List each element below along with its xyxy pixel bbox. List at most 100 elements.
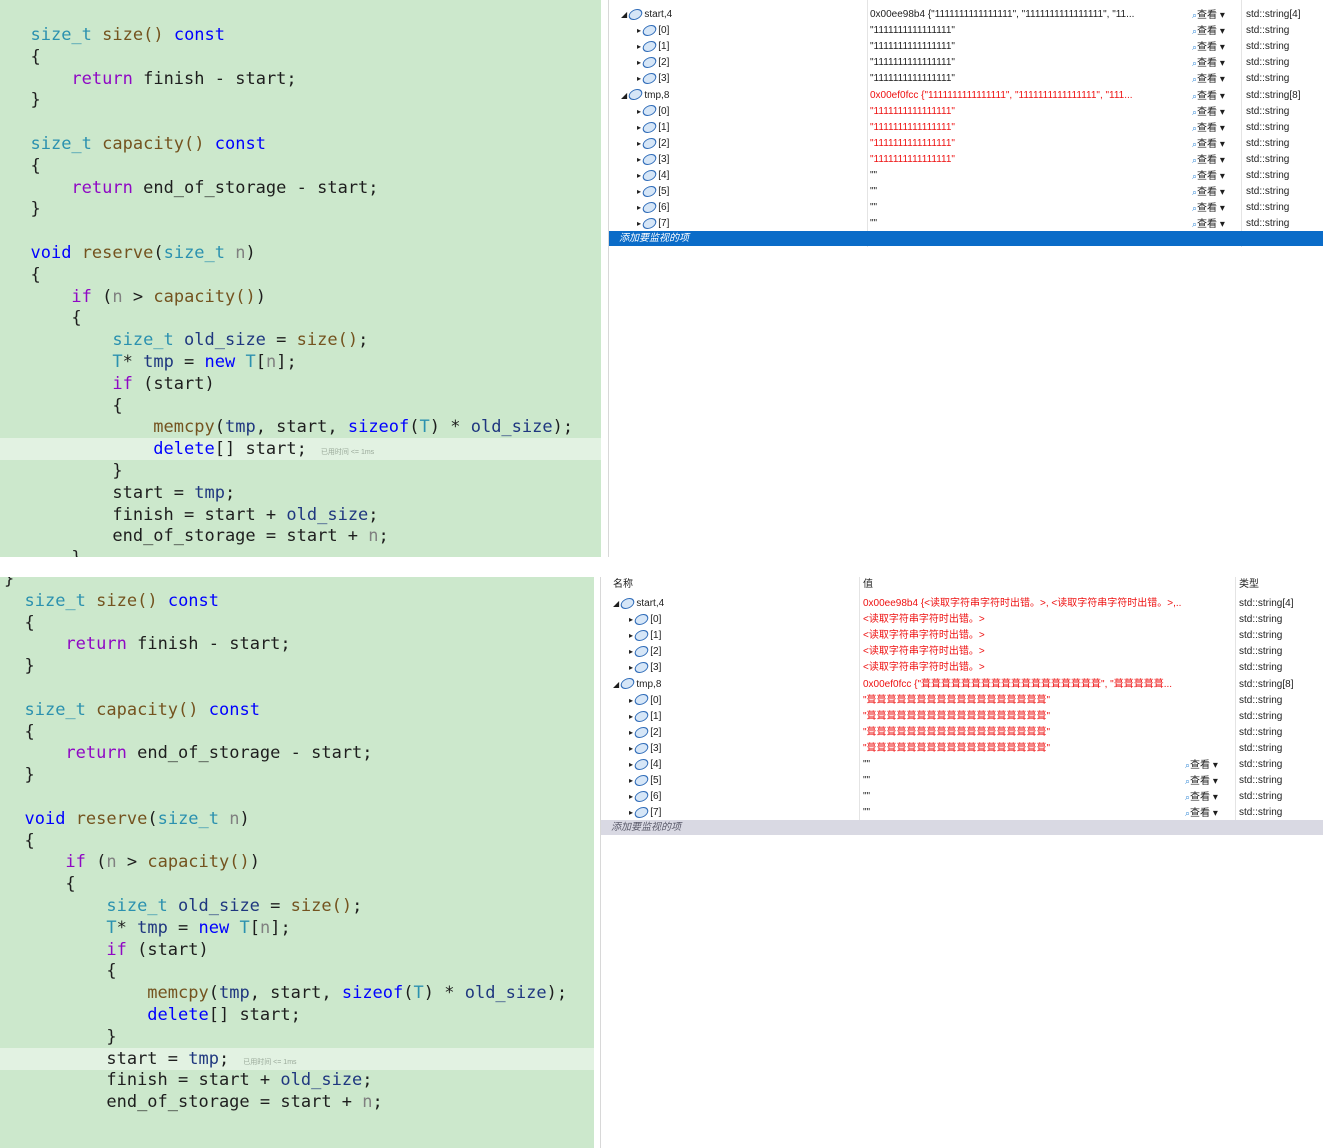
code-line[interactable]: return finish - start;	[0, 633, 594, 655]
dropdown-icon[interactable]: ▾	[1210, 760, 1218, 771]
watch-row[interactable]: ▸ [4] "" ⌕查看 ▾ std::string	[601, 757, 1323, 773]
code-line[interactable]: size_t capacity() const	[0, 699, 594, 721]
dropdown-icon[interactable]: ▾	[1210, 792, 1218, 803]
dropdown-icon[interactable]: ▾	[1217, 219, 1225, 230]
view-visualizer-button[interactable]: ⌕查看 ▾	[1192, 55, 1225, 72]
watch-value[interactable]: "1111111111111111"	[870, 152, 1188, 168]
watch-row[interactable]: ▸ [0] "葺葺葺葺葺葺葺葺葺葺葺葺葺葺葺葺葺葺" std::string	[601, 693, 1323, 709]
view-visualizer-button[interactable]: ⌕查看 ▾	[1192, 168, 1225, 185]
watch-value[interactable]: "1111111111111111"	[870, 136, 1188, 152]
watch-value[interactable]: "1111111111111111"	[870, 23, 1188, 39]
watch-row[interactable]: ▸ [5] "" ⌕查看 ▾ std::string	[601, 773, 1323, 789]
code-line[interactable]: void reserve(size_t n)	[0, 808, 594, 830]
code-line[interactable]: start = tmp;	[0, 482, 601, 504]
view-visualizer-button[interactable]: ⌕查看 ▾	[1192, 136, 1225, 153]
code-line[interactable]: }	[0, 655, 594, 677]
watch-value[interactable]: ""	[863, 757, 1181, 773]
dropdown-icon[interactable]: ▾	[1217, 155, 1225, 166]
dropdown-icon[interactable]: ▾	[1217, 123, 1225, 134]
code-line[interactable]: {	[0, 46, 601, 68]
view-visualizer-button[interactable]: ⌕查看 ▾	[1192, 200, 1225, 217]
watch-value[interactable]: 0x00ee98b4 {<读取字符串字符时出错。>, <读取字符串字符时出错。>…	[863, 596, 1181, 612]
watch-row[interactable]: ▸ [7] "" ⌕查看 ▾ std::string	[601, 805, 1323, 821]
watch-row[interactable]: ▸ [6] "" ⌕查看 ▾ std::string	[601, 789, 1323, 805]
dropdown-icon[interactable]: ▾	[1217, 58, 1225, 69]
code-line[interactable]: if (n > capacity())	[0, 286, 601, 308]
dropdown-icon[interactable]: ▾	[1217, 10, 1225, 21]
watch-value[interactable]: 0x00ef0fcc {"1111111111111111", "1111111…	[870, 88, 1188, 104]
code-line[interactable]: size_t size() const	[0, 24, 601, 46]
code-line[interactable]: {	[0, 721, 594, 743]
code-line[interactable]: {	[0, 612, 594, 634]
code-line[interactable]: {	[0, 307, 601, 329]
code-line[interactable]: memcpy(tmp, start, sizeof(T) * old_size)…	[0, 416, 601, 438]
watch-row[interactable]: ▸ [2] "1111111111111111" ⌕查看 ▾ std::string	[609, 55, 1323, 71]
code-line[interactable]: return end_of_storage - start;	[0, 177, 601, 199]
watch-value[interactable]: ""	[863, 773, 1181, 789]
view-visualizer-button[interactable]: ⌕查看 ▾	[1192, 152, 1225, 169]
watch-value[interactable]: "1111111111111111"	[870, 120, 1188, 136]
code-line[interactable]: }	[0, 198, 601, 220]
code-line[interactable]: delete[] start; 已用时间 <= 1ms	[0, 438, 601, 461]
view-visualizer-button[interactable]: ⌕查看 ▾	[1192, 23, 1225, 40]
watch-row[interactable]: ▸ [5] "" ⌕查看 ▾ std::string	[609, 184, 1323, 200]
code-editor-top[interactable]: size_t size() const { return finish - st…	[0, 0, 601, 557]
code-line[interactable]	[0, 677, 594, 699]
dropdown-icon[interactable]: ▾	[1217, 139, 1225, 150]
add-watch-row[interactable]: 添加要监视的项	[601, 820, 1323, 836]
code-line[interactable]: size_t size() const	[0, 590, 594, 612]
code-line[interactable]: {	[0, 830, 594, 852]
watch-value[interactable]: ""	[870, 184, 1188, 200]
code-line[interactable]: if (n > capacity())	[0, 851, 594, 873]
watch-row[interactable]: ▸ [1] <读取字符串字符时出错。> std::string	[601, 628, 1323, 644]
watch-row[interactable]: ▸ [2] "1111111111111111" ⌕查看 ▾ std::string	[609, 136, 1323, 152]
code-line[interactable]: finish = start + old_size;	[0, 1069, 594, 1091]
code-line[interactable]	[0, 111, 601, 133]
watch-row[interactable]: ◢ start,4 0x00ee98b4 {<读取字符串字符时出错。>, <读取字…	[601, 596, 1323, 612]
dropdown-icon[interactable]: ▾	[1217, 171, 1225, 182]
code-line[interactable]: {	[0, 395, 601, 417]
watch-value[interactable]: 0x00ef0fcc {"葺葺葺葺葺葺葺葺葺葺葺葺葺葺葺葺葺葺", "葺葺葺葺葺…	[863, 677, 1181, 693]
code-line[interactable]: T* tmp = new T[n];	[0, 351, 601, 373]
watch-value[interactable]: 0x00ee98b4 {"1111111111111111", "1111111…	[870, 7, 1188, 23]
watch-row[interactable]: ▸ [2] <读取字符串字符时出错。> std::string	[601, 644, 1323, 660]
watch-row[interactable]: ▸ [1] "1111111111111111" ⌕查看 ▾ std::string	[609, 120, 1323, 136]
watch-value[interactable]: ""	[863, 805, 1181, 821]
watch-value[interactable]: "1111111111111111"	[870, 39, 1188, 55]
header-name[interactable]: 名称	[613, 577, 633, 593]
code-line[interactable]: size_t capacity() const	[0, 133, 601, 155]
watch-value[interactable]: "1111111111111111"	[870, 71, 1188, 87]
code-line[interactable]: finish = start + old_size;	[0, 504, 601, 526]
code-line[interactable]	[0, 220, 601, 242]
dropdown-icon[interactable]: ▾	[1217, 91, 1225, 102]
code-line[interactable]: memcpy(tmp, start, sizeof(T) * old_size)…	[0, 982, 594, 1004]
watch-value[interactable]: ""	[863, 789, 1181, 805]
header-value[interactable]: 值	[863, 577, 873, 593]
view-visualizer-button[interactable]: ⌕查看 ▾	[1192, 184, 1225, 201]
dropdown-icon[interactable]: ▾	[1217, 42, 1225, 53]
watch-row[interactable]: ▸ [3] "葺葺葺葺葺葺葺葺葺葺葺葺葺葺葺葺葺葺" std::string	[601, 741, 1323, 757]
code-line[interactable]: }	[0, 89, 601, 111]
code-line[interactable]: }	[0, 547, 601, 557]
watch-value[interactable]: <读取字符串字符时出错。>	[863, 644, 1181, 660]
watch-row[interactable]: ▸ [3] "1111111111111111" ⌕查看 ▾ std::string	[609, 152, 1323, 168]
code-line[interactable]: {	[0, 155, 601, 177]
view-visualizer-button[interactable]: ⌕查看 ▾	[1185, 757, 1218, 774]
watch-row[interactable]: ▸ [0] <读取字符串字符时出错。> std::string	[601, 612, 1323, 628]
watch-row[interactable]: ▸ [0] "1111111111111111" ⌕查看 ▾ std::string	[609, 23, 1323, 39]
add-watch-row[interactable]: 添加要监视的项	[609, 231, 1323, 247]
view-visualizer-button[interactable]: ⌕查看 ▾	[1192, 104, 1225, 121]
header-type[interactable]: 类型	[1239, 577, 1259, 593]
watch-value[interactable]: ""	[870, 200, 1188, 216]
code-line[interactable]: {	[0, 873, 594, 895]
watch-value[interactable]: <读取字符串字符时出错。>	[863, 612, 1181, 628]
code-line[interactable]: size_t old_size = size();	[0, 329, 601, 351]
code-line[interactable]: }	[0, 577, 594, 590]
dropdown-icon[interactable]: ▾	[1217, 26, 1225, 37]
view-visualizer-button[interactable]: ⌕查看 ▾	[1185, 773, 1218, 790]
code-line[interactable]: end_of_storage = start + n;	[0, 1091, 594, 1113]
code-line[interactable]: if (start)	[0, 373, 601, 395]
code-editor-bottom[interactable]: } size_t size() const { return finish - …	[0, 577, 594, 1148]
watch-row[interactable]: ▸ [1] "葺葺葺葺葺葺葺葺葺葺葺葺葺葺葺葺葺葺" std::string	[601, 709, 1323, 725]
dropdown-icon[interactable]: ▾	[1210, 808, 1218, 819]
